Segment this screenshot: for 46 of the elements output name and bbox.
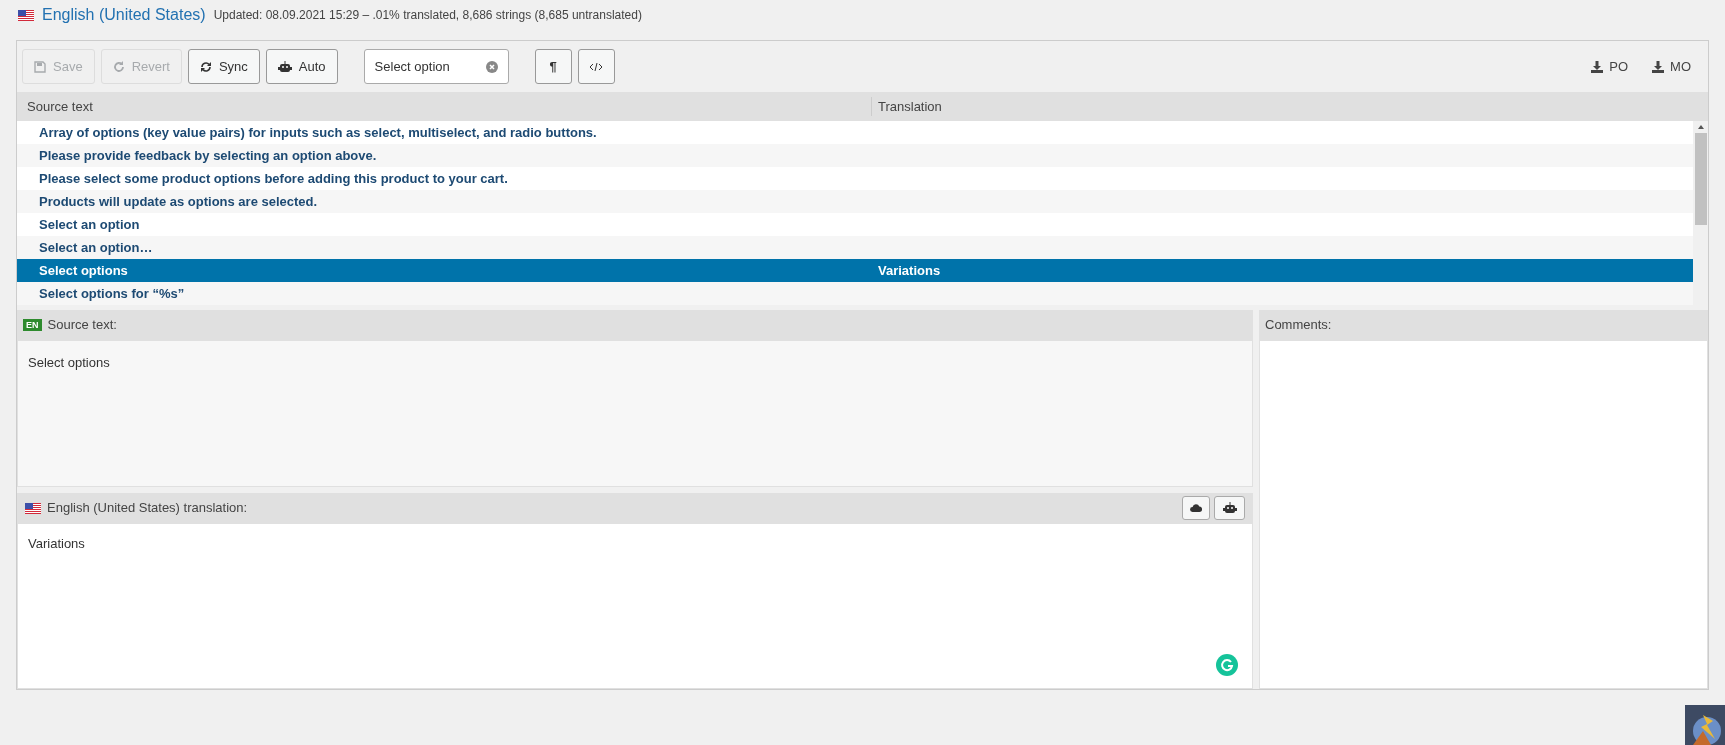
source-cell-text: Select options (38, 261, 129, 280)
robot-icon (277, 60, 292, 73)
status-summary: Updated: 08.09.2021 15:29 – .01% translated, 8,686 strings (8,685 untranslated) (213, 7, 642, 24)
grammar-assistant-icon[interactable] (1216, 654, 1238, 676)
auto-button[interactable]: Auto (265, 49, 338, 84)
source-cell-text: Select an option (38, 215, 141, 234)
cloud-button[interactable] (1182, 496, 1210, 520)
sync-button[interactable]: Sync (187, 49, 260, 84)
code-toggle-button[interactable] (577, 49, 615, 84)
invisibles-toggle-button[interactable]: ¶ (534, 49, 572, 84)
code-icon (589, 61, 604, 72)
panel-title: English (United States) translation: (47, 499, 248, 518)
string-row[interactable]: Please provide feedback by selecting an option above. (17, 144, 1693, 167)
us-flag-icon (18, 9, 34, 21)
string-row[interactable]: Select options Variations (17, 259, 1693, 282)
locale-title[interactable]: English (United States) (42, 3, 206, 27)
source-cell-text: Please select some product options before adding this product to your cart. (38, 169, 509, 188)
robot-icon (1222, 502, 1237, 514)
download-icon (1591, 60, 1604, 73)
refresh-icon (199, 60, 212, 73)
panel-title: Comments: (1265, 316, 1332, 335)
translation-cell-text: Variations (877, 261, 941, 280)
column-header: Translation (871, 96, 942, 117)
robot-button[interactable] (1214, 496, 1245, 520)
panel-title: Source text: (47, 316, 117, 335)
string-row[interactable]: Select an option… (17, 236, 1693, 259)
us-flag-icon (25, 502, 41, 514)
translation-field[interactable]: Variations (17, 523, 1253, 689)
column-header: Source text (26, 97, 94, 116)
source-cell-text: Array of options (key value pairs) for inputs such as select, multiselect, and radio buttons. (38, 123, 598, 142)
string-row[interactable]: Select options for “%s” (17, 282, 1693, 305)
download-button[interactable]: MO (1652, 56, 1691, 77)
filter-select[interactable]: Select option (363, 49, 509, 84)
source-cell-text: Please provide feedback by selecting an option above. (38, 146, 378, 165)
clear-icon[interactable] (485, 60, 498, 73)
cloud-icon (1190, 504, 1202, 512)
source-cell-text: Select an option… (38, 238, 154, 257)
download-button[interactable]: PO (1591, 56, 1629, 77)
source-cell-text: Products will update as options are selected. (38, 192, 319, 211)
source-text: Select options (17, 340, 1253, 487)
language-badge: EN (23, 319, 42, 331)
source-cell-text: Select options for “%s” (38, 284, 186, 303)
redo-arrow-icon (112, 60, 125, 73)
download-icon (1652, 60, 1665, 73)
string-row[interactable]: Products will update as options are selected. (17, 190, 1693, 213)
scrollbar[interactable] (1693, 121, 1708, 305)
